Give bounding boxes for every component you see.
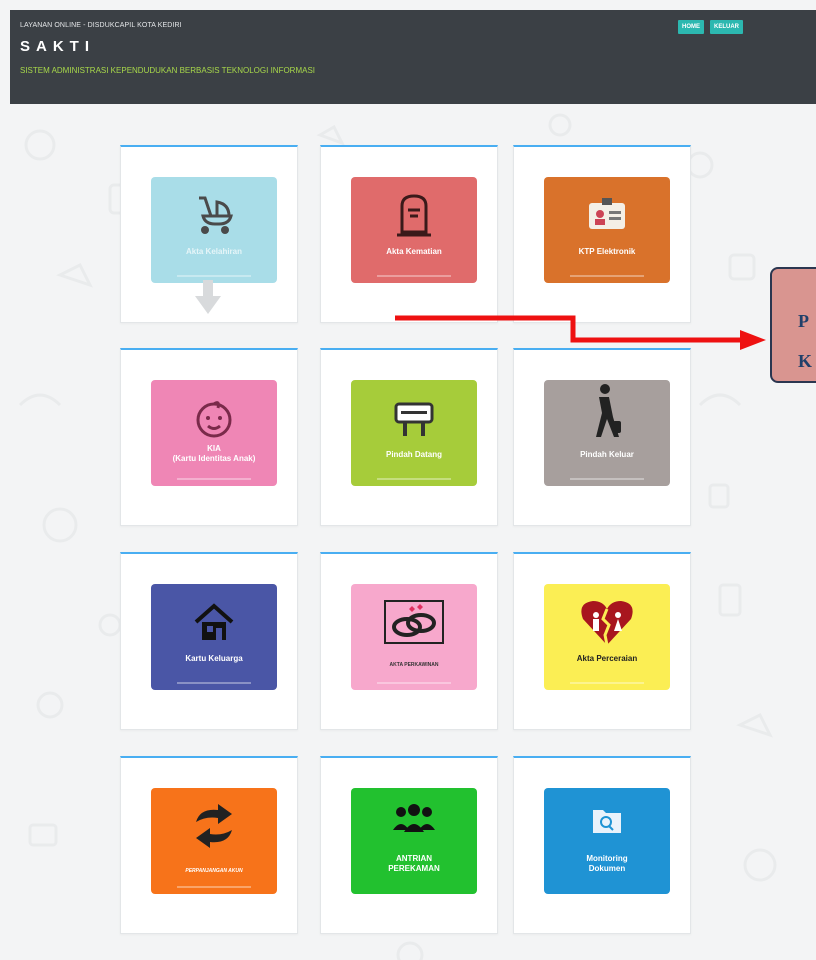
- house-icon: [151, 598, 277, 646]
- sync-arrows-icon: [151, 802, 277, 850]
- tile-label: Akta Perceraian: [576, 654, 638, 663]
- tile-akta-kelahiran[interactable]: Akta Kelahiran: [151, 177, 277, 283]
- tile-label: KTP Elektronik: [578, 247, 636, 256]
- tile-akta-perkawinan[interactable]: AKTA PERKAWINAN: [351, 584, 477, 690]
- tile-monitoring-dokumen[interactable]: Monitoring Dokumen: [544, 788, 670, 894]
- tile-underline: [377, 275, 451, 277]
- tile-label: Pindah Keluar: [580, 450, 634, 459]
- tile-ktp-elektronik[interactable]: KTP Elektronik: [544, 177, 670, 283]
- tile-kia[interactable]: KIA (Kartu Identitas Anak): [151, 380, 277, 486]
- tile-label: Monitoring Dokumen: [586, 854, 628, 873]
- red-pointer-arrow: [395, 315, 766, 350]
- tile-label: Akta Kematian: [386, 247, 442, 256]
- tile-underline: [377, 478, 451, 480]
- tile-label: Akta Kelahiran: [185, 247, 243, 256]
- tombstone-icon: [351, 191, 477, 239]
- home-button[interactable]: HOME: [678, 20, 704, 34]
- logout-button[interactable]: KELUAR: [710, 20, 743, 34]
- card-akta-perceraian[interactable]: Akta Perceraian: [513, 552, 691, 730]
- tile-antrian-perekaman[interactable]: ANTRIAN PEREKAMAN: [351, 788, 477, 894]
- card-akta-perkawinan[interactable]: AKTA PERKAWINAN: [320, 552, 498, 730]
- tile-label: PERPANJANGAN AKUN: [185, 868, 243, 874]
- tile-underline: [570, 478, 644, 480]
- card-akta-kematian[interactable]: Akta Kematian: [320, 145, 498, 323]
- wedding-rings-icon: [351, 598, 477, 646]
- tile-akta-kematian[interactable]: Akta Kematian: [351, 177, 477, 283]
- tile-pindah-datang[interactable]: Pindah Datang: [351, 380, 477, 486]
- card-pindah-datang[interactable]: Pindah Datang: [320, 348, 498, 526]
- people-group-icon: [351, 798, 477, 846]
- app-subtitle: SISTEM ADMINISTRASI KEPENDUDUKAN BERBASI…: [20, 66, 316, 75]
- header-small-title: LAYANAN ONLINE - DISDUKCAPIL KOTA KEDIRI: [20, 22, 182, 29]
- welcome-sign-icon: [351, 394, 477, 442]
- tile-underline: [177, 682, 251, 684]
- tile-akta-perceraian[interactable]: Akta Perceraian: [544, 584, 670, 690]
- id-card-icon: [544, 191, 670, 239]
- tile-underline: [177, 478, 251, 480]
- tile-underline: [570, 275, 644, 277]
- tile-underline: [377, 682, 451, 684]
- card-monitoring-dokumen[interactable]: Monitoring Dokumen: [513, 756, 691, 934]
- tile-label: Kartu Keluarga: [185, 654, 243, 663]
- tile-label: Pindah Datang: [385, 450, 442, 459]
- tile-label: ANTRIAN PEREKAMAN: [388, 854, 440, 873]
- card-kia[interactable]: KIA (Kartu Identitas Anak): [120, 348, 298, 526]
- app-header: LAYANAN ONLINE - DISDUKCAPIL KOTA KEDIRI…: [10, 10, 816, 104]
- card-kartu-keluarga[interactable]: Kartu Keluarga: [120, 552, 298, 730]
- card-perpanjangan-akun[interactable]: PERPANJANGAN AKUN: [120, 756, 298, 934]
- tile-underline: [177, 275, 251, 277]
- app-name: SAKTI: [20, 38, 95, 55]
- tile-kartu-keluarga[interactable]: Kartu Keluarga: [151, 584, 277, 690]
- annotation-callout: P K: [770, 267, 816, 383]
- baby-stroller-icon: [151, 191, 277, 239]
- tile-pindah-keluar[interactable]: Pindah Keluar: [544, 380, 670, 486]
- baby-face-icon: [151, 394, 277, 442]
- tile-perpanjangan-akun[interactable]: PERPANJANGAN AKUN: [151, 788, 277, 894]
- tile-underline: [570, 682, 644, 684]
- callout-text: P K: [798, 311, 813, 371]
- card-antrian-perekaman[interactable]: ANTRIAN PEREKAMAN: [320, 756, 498, 934]
- tile-label: KIA (Kartu Identitas Anak): [172, 444, 256, 463]
- tile-label: AKTA PERKAWINAN: [389, 662, 439, 668]
- down-arrow-icon: [195, 280, 221, 314]
- card-ktp-elektronik[interactable]: KTP Elektronik: [513, 145, 691, 323]
- traveler-icon: [544, 382, 670, 442]
- folder-search-icon: [544, 796, 670, 844]
- broken-heart-icon: [544, 598, 670, 646]
- tile-underline: [177, 886, 251, 888]
- card-pindah-keluar[interactable]: Pindah Keluar: [513, 348, 691, 526]
